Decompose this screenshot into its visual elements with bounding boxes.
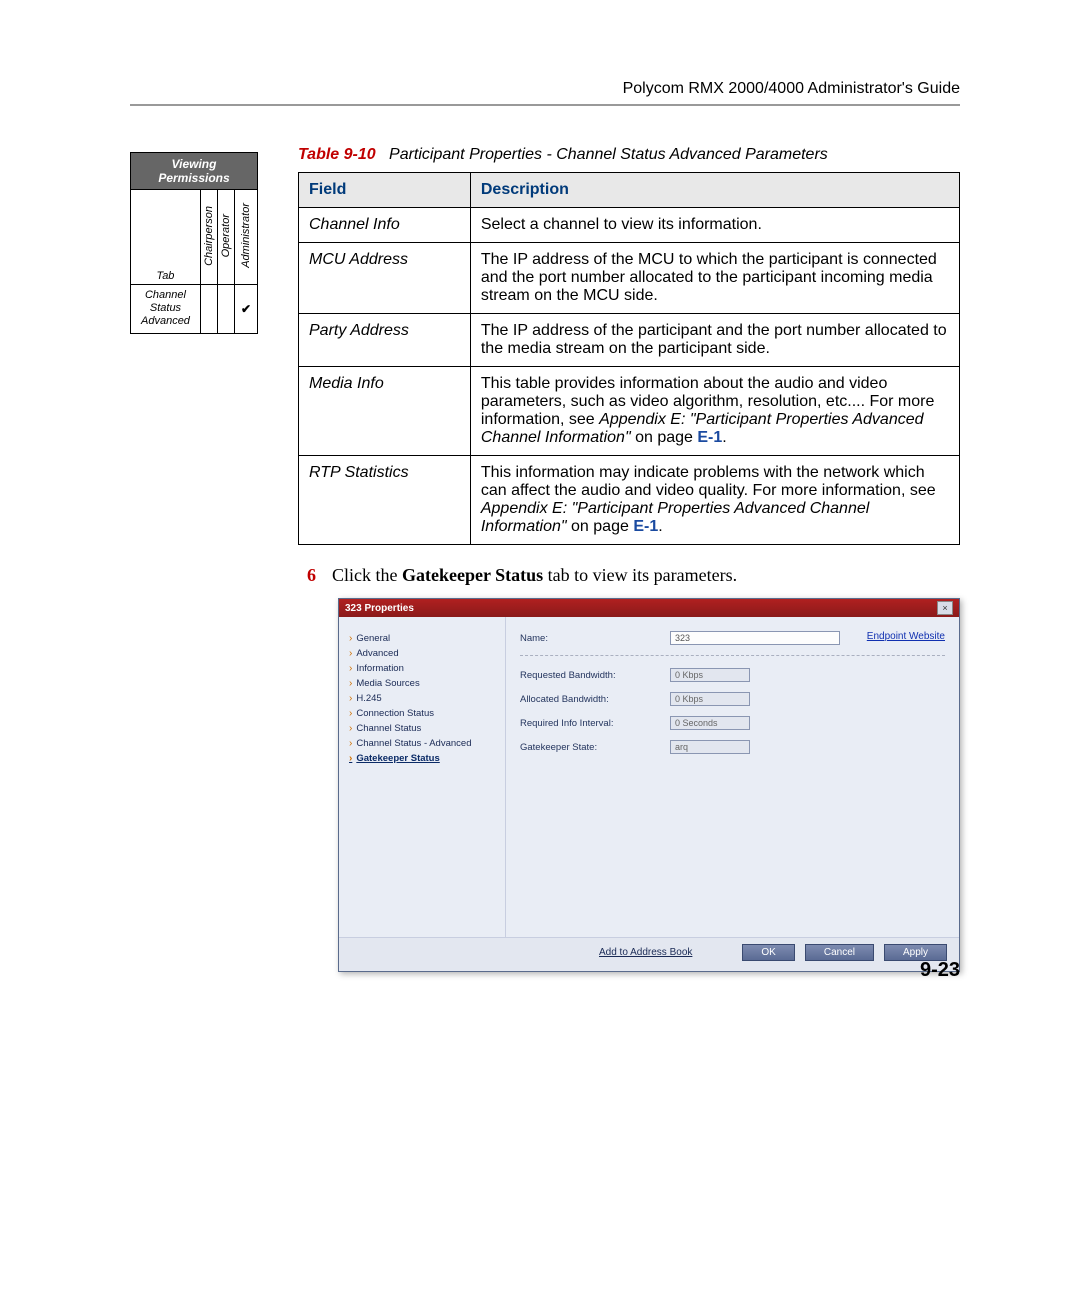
- properties-dialog: 323 Properties × General Advanced Inform…: [338, 598, 960, 972]
- row-requested-bandwidth: Requested Bandwidth: 0 Kbps: [520, 668, 945, 682]
- table-caption-tag: Table 9-10: [298, 146, 376, 163]
- value-gk-state: arq: [670, 740, 750, 754]
- step-6: 6 Click the Gatekeeper Status tab to vie…: [298, 565, 960, 586]
- table-row: Media Info This table provides informati…: [299, 367, 960, 456]
- dialog-sidebar: General Advanced Information Media Sourc…: [339, 617, 505, 937]
- value-req-int: 0 Seconds: [670, 716, 750, 730]
- perm-row-label: Channel Status Advanced: [131, 285, 201, 334]
- cancel-button[interactable]: Cancel: [805, 944, 874, 961]
- sidebar-item-channel-status[interactable]: Channel Status: [349, 721, 499, 736]
- desc-rtp-statistics: This information may indicate problems w…: [470, 456, 959, 545]
- label-alloc-bw: Allocated Bandwidth:: [520, 694, 670, 705]
- perm-col-operator: Operator: [217, 190, 234, 285]
- value-req-bw: 0 Kbps: [670, 668, 750, 682]
- add-to-address-book-link[interactable]: Add to Address Book: [599, 947, 732, 958]
- dialog-main: Endpoint Website Name: 323 Requested Ban…: [505, 617, 959, 937]
- sidebar-item-gatekeeper-status[interactable]: Gatekeeper Status: [349, 751, 499, 766]
- table-row: MCU Address The IP address of the MCU to…: [299, 243, 960, 314]
- sidebar-item-connection-status[interactable]: Connection Status: [349, 706, 499, 721]
- close-icon[interactable]: ×: [937, 601, 953, 615]
- label-req-bw: Requested Bandwidth:: [520, 670, 670, 681]
- value-alloc-bw: 0 Kbps: [670, 692, 750, 706]
- field-party-address: Party Address: [299, 314, 471, 367]
- main-column: Table 9-10 Participant Properties - Chan…: [298, 146, 960, 972]
- perm-mark-op: [217, 285, 234, 334]
- label-name: Name:: [520, 633, 670, 644]
- field-rtp-statistics: RTP Statistics: [299, 456, 471, 545]
- perm-col-chairperson: Chairperson: [200, 190, 217, 285]
- sidebar-item-channel-status-advanced[interactable]: Channel Status - Advanced: [349, 736, 499, 751]
- table-row: Party Address The IP address of the part…: [299, 314, 960, 367]
- label-gk-state: Gatekeeper State:: [520, 742, 670, 753]
- th-description: Description: [470, 173, 959, 208]
- row-allocated-bandwidth: Allocated Bandwidth: 0 Kbps: [520, 692, 945, 706]
- sidebar-item-information[interactable]: Information: [349, 661, 499, 676]
- dialog-titlebar: 323 Properties ×: [339, 599, 959, 617]
- header-rule: [130, 104, 960, 106]
- table-row: RTP Statistics This information may indi…: [299, 456, 960, 545]
- sidebar-item-advanced[interactable]: Advanced: [349, 646, 499, 661]
- perm-tab-label: Tab: [131, 190, 201, 285]
- field-channel-info: Channel Info: [299, 208, 471, 243]
- desc-channel-info: Select a channel to view its information…: [470, 208, 959, 243]
- sidebar-item-general[interactable]: General: [349, 631, 499, 646]
- ok-button[interactable]: OK: [742, 944, 794, 961]
- perm-col-administrator: Administrator: [234, 190, 257, 285]
- sidebar-item-h245[interactable]: H.245: [349, 691, 499, 706]
- page-link[interactable]: E-1: [633, 518, 658, 535]
- desc-mcu-address: The IP address of the MCU to which the p…: [470, 243, 959, 314]
- row-required-info-interval: Required Info Interval: 0 Seconds: [520, 716, 945, 730]
- viewing-permissions-table: Viewing Permissions Tab Chairperson Oper…: [130, 152, 258, 334]
- perm-mark-chair: [200, 285, 217, 334]
- dialog-footer: Add to Address Book OK Cancel Apply: [339, 937, 959, 971]
- desc-party-address: The IP address of the participant and th…: [470, 314, 959, 367]
- table-row: Channel Info Select a channel to view it…: [299, 208, 960, 243]
- parameters-table: Field Description Channel Info Select a …: [298, 172, 960, 545]
- table-caption-text: Participant Properties - Channel Status …: [389, 146, 828, 163]
- dialog-body: General Advanced Information Media Sourc…: [339, 617, 959, 937]
- dialog-title: 323 Properties: [345, 603, 414, 614]
- sidebar-item-media-sources[interactable]: Media Sources: [349, 676, 499, 691]
- endpoint-website-link[interactable]: Endpoint Website: [867, 631, 945, 642]
- page-link[interactable]: E-1: [697, 429, 722, 446]
- running-header: Polycom RMX 2000/4000 Administrator's Gu…: [130, 80, 960, 98]
- perm-mark-admin: ✔: [234, 285, 257, 334]
- step-text: Click the Gatekeeper Status tab to view …: [332, 565, 737, 586]
- th-field: Field: [299, 173, 471, 208]
- field-mcu-address: MCU Address: [299, 243, 471, 314]
- page-number: 9-23: [920, 959, 960, 982]
- perm-title: Viewing Permissions: [131, 153, 258, 190]
- step-number: 6: [298, 565, 316, 586]
- label-req-int: Required Info Interval:: [520, 718, 670, 729]
- dialog-separator: [520, 655, 945, 656]
- value-name[interactable]: 323: [670, 631, 840, 645]
- table-caption: Table 9-10 Participant Properties - Chan…: [298, 146, 960, 164]
- document-page: Polycom RMX 2000/4000 Administrator's Gu…: [0, 0, 1080, 1012]
- row-gatekeeper-state: Gatekeeper State: arq: [520, 740, 945, 754]
- field-media-info: Media Info: [299, 367, 471, 456]
- content-row: Viewing Permissions Tab Chairperson Oper…: [130, 146, 960, 972]
- desc-media-info: This table provides information about th…: [470, 367, 959, 456]
